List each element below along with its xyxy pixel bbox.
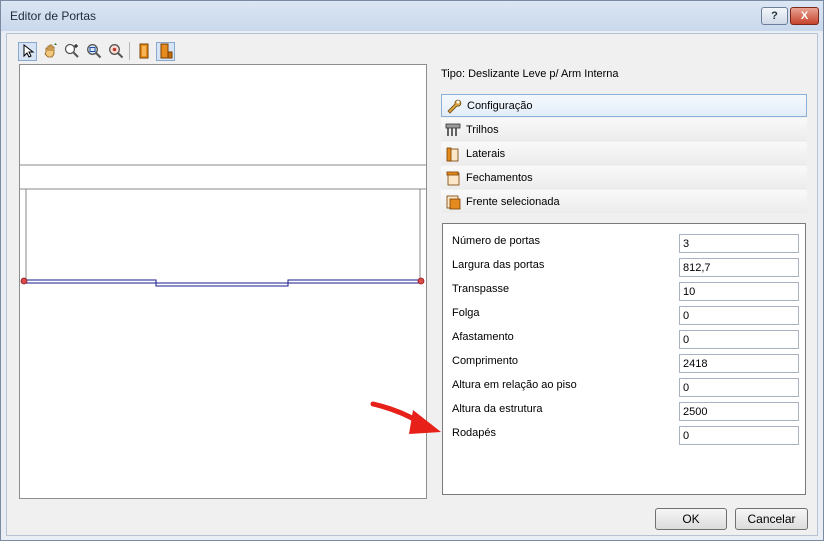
front-view-tool[interactable] [134, 42, 153, 61]
prop-label-afastamento: Afastamento [452, 331, 514, 343]
prop-label-numero-portas: Número de portas [452, 235, 541, 247]
section-label: Frente selecionada [466, 195, 560, 208]
pointer-icon [23, 44, 34, 58]
prop-label-folga: Folga [452, 307, 480, 319]
section-frente-selecionada[interactable]: Frente selecionada [441, 190, 807, 213]
frente-icon [445, 194, 461, 210]
numero-portas-input[interactable]: 3 [679, 234, 799, 253]
door-editor-window: Editor de Portas ? X Tipo: Deslizante Le… [0, 0, 824, 541]
folga-input[interactable]: 0 [679, 306, 799, 325]
properties-panel: Número de portas 3 Largura das portas 81… [442, 223, 806, 495]
close-icon: X [800, 10, 809, 22]
rodapes-input[interactable]: 0 [679, 426, 799, 445]
cancel-button[interactable]: Cancelar [735, 508, 808, 530]
comprimento-input[interactable]: 2418 [679, 354, 799, 373]
section-label: Configuração [467, 99, 533, 112]
dialog-client-area: Tipo: Deslizante Leve p/ Arm Interna Con… [6, 33, 818, 536]
pan-hand-icon [44, 43, 57, 58]
door-type-label: Tipo: Deslizante Leve p/ Arm Interna [441, 68, 619, 80]
section-trilhos[interactable]: Trilhos [441, 118, 807, 141]
drawing-canvas[interactable] [19, 64, 427, 499]
laterais-icon [445, 146, 461, 162]
prop-label-transpasse: Transpasse [452, 283, 510, 295]
prop-label-largura-portas: Largura das portas [452, 259, 545, 271]
prop-label-altura-estrutura: Altura da estrutura [452, 403, 543, 415]
section-fechamentos[interactable]: Fechamentos [441, 166, 807, 189]
prop-label-rodapes: Rodapés [452, 427, 497, 439]
wrench-icon [446, 98, 462, 114]
rails-icon [445, 122, 461, 138]
door-side-icon [160, 43, 172, 59]
pan-tool[interactable] [40, 42, 59, 61]
zoom-window-icon [86, 44, 101, 59]
zoom-extents-icon [108, 44, 123, 59]
zoom-in-icon [64, 43, 79, 58]
afastamento-input[interactable]: 0 [679, 330, 799, 349]
ok-button[interactable]: OK [655, 508, 727, 530]
prop-label-comprimento: Comprimento [452, 355, 519, 367]
toolbar [18, 40, 178, 62]
zoom-in-tool[interactable] [62, 42, 81, 61]
zoom-window-tool[interactable] [84, 42, 103, 61]
section-configuracao[interactable]: Configuração [441, 94, 807, 117]
close-button[interactable]: X [790, 7, 819, 25]
altura-piso-input[interactable]: 0 [679, 378, 799, 397]
altura-estrutura-input[interactable]: 2500 [679, 402, 799, 421]
section-label: Fechamentos [466, 171, 533, 184]
pointer-tool[interactable] [18, 41, 37, 61]
door-front-icon [139, 43, 148, 59]
annotation-arrow-icon [370, 401, 441, 434]
section-label: Trilhos [466, 123, 499, 136]
section-label: Laterais [466, 147, 506, 160]
help-button[interactable]: ? [761, 7, 788, 25]
help-icon: ? [771, 10, 778, 22]
toolbar-separator [129, 42, 130, 60]
transpasse-input[interactable]: 10 [679, 282, 799, 301]
window-title: Editor de Portas [10, 9, 97, 23]
zoom-extents-tool[interactable] [106, 42, 125, 61]
door-drawing [20, 164, 426, 287]
title-bar[interactable]: Editor de Portas ? X [1, 1, 823, 31]
largura-portas-input[interactable]: 812,7 [679, 258, 799, 277]
fechamentos-icon [445, 170, 461, 186]
section-laterais[interactable]: Laterais [441, 142, 807, 165]
side-view-tool[interactable] [156, 41, 175, 61]
prop-label-altura-piso: Altura em relação ao piso [452, 379, 577, 391]
